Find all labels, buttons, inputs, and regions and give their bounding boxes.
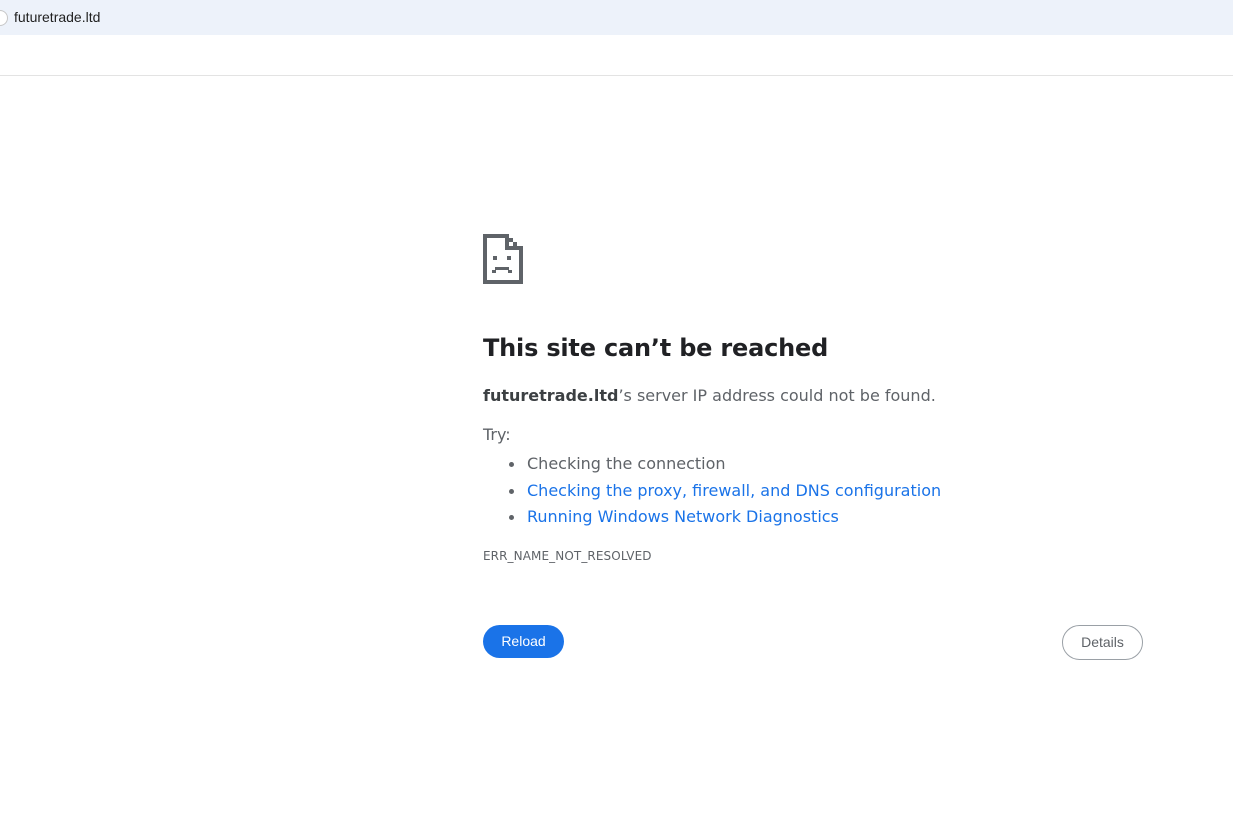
suggestion-check-connection: Checking the connection bbox=[509, 451, 1143, 478]
reload-button[interactable]: Reload bbox=[483, 624, 564, 658]
address-bar[interactable]: futuretrade.ltd bbox=[0, 0, 1233, 35]
suggestion-check-proxy-link[interactable]: Checking the proxy, firewall, and DNS co… bbox=[509, 478, 1143, 505]
suggestion-network-diagnostics-link[interactable]: Running Windows Network Diagnostics bbox=[509, 504, 1143, 531]
error-content: This site can’t be reached futuretrade.l… bbox=[483, 234, 1143, 661]
details-button[interactable]: Details bbox=[1062, 624, 1143, 660]
button-row: Reload Details bbox=[483, 624, 1143, 661]
error-host: futuretrade.ltd bbox=[483, 386, 619, 405]
suggestions-list: Checking the connection Checking the pro… bbox=[483, 451, 1143, 531]
try-label: Try: bbox=[483, 425, 511, 444]
site-info-icon[interactable] bbox=[0, 10, 8, 26]
sad-page-icon bbox=[483, 234, 523, 284]
error-message: futuretrade.ltd’s server IP address coul… bbox=[483, 383, 1143, 409]
page-title: This site can’t be reached bbox=[483, 334, 829, 362]
error-code: ERR_NAME_NOT_RESOLVED bbox=[483, 548, 652, 563]
url-text[interactable]: futuretrade.ltd bbox=[14, 9, 100, 25]
bookmarks-area bbox=[0, 35, 1233, 76]
error-message-text: ’s server IP address could not be found. bbox=[618, 386, 936, 405]
